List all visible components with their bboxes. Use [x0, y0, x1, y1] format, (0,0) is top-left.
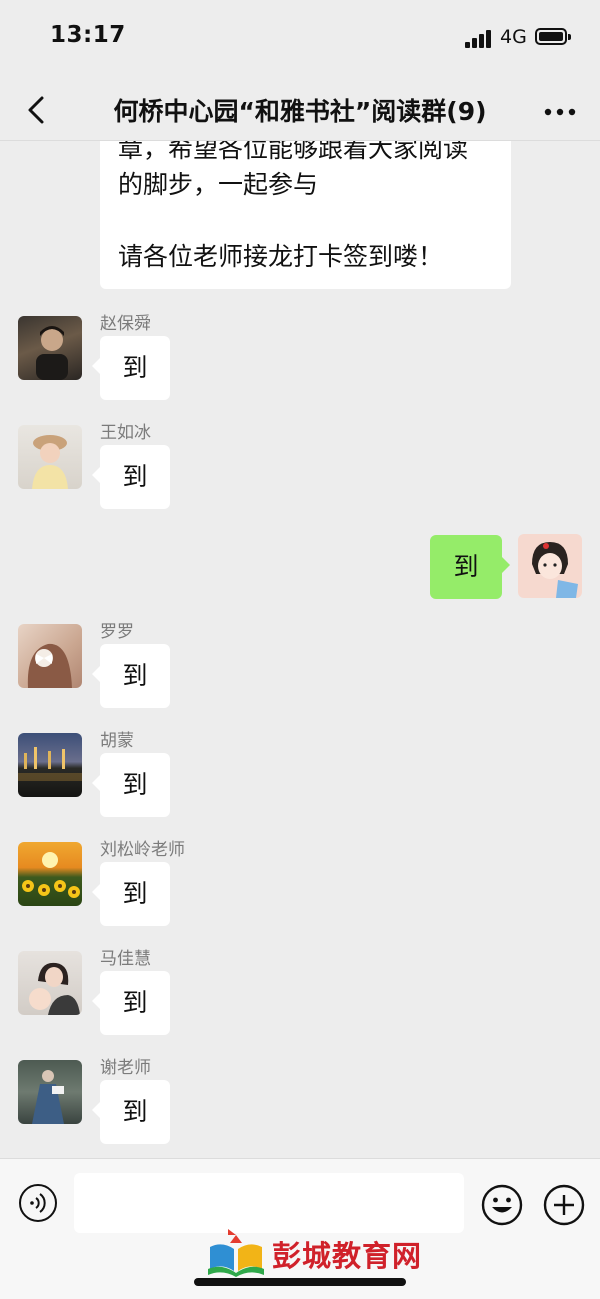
message-line: 的脚步，一起参与	[118, 170, 319, 199]
more-dots-icon	[544, 108, 576, 116]
own-message-bubble: 到	[430, 535, 510, 599]
watermark: 彭城教育网	[206, 1229, 436, 1279]
input-bar: 彭城教育网	[0, 1158, 600, 1299]
message-bubble: 到	[92, 1080, 170, 1144]
avatar[interactable]	[18, 1060, 82, 1124]
message-bubble: 到	[92, 336, 170, 400]
pinned-message-bubble: 章，希望各位能够跟着大家阅读 的脚步，一起参与 请各位老师接龙打卡签到喽！	[100, 141, 511, 289]
emoji-icon	[481, 1184, 523, 1226]
plus-icon	[543, 1184, 585, 1226]
message-input[interactable]	[74, 1173, 464, 1233]
emoji-button[interactable]	[480, 1183, 524, 1227]
message-bubble: 到	[92, 753, 170, 817]
sender-name: 马佳慧	[100, 949, 151, 969]
chat-header: 何桥中心园“和雅书社”阅读群(9)	[0, 80, 600, 141]
home-indicator[interactable]	[194, 1278, 406, 1286]
message-bubble: 到	[92, 445, 170, 509]
avatar[interactable]	[18, 733, 82, 797]
message-list[interactable]: 章，希望各位能够跟着大家阅读 的脚步，一起参与 请各位老师接龙打卡签到喽！ 赵保…	[0, 141, 600, 1157]
sender-name: 罗罗	[100, 622, 134, 642]
plus-button[interactable]	[542, 1183, 586, 1227]
back-arrow-icon	[28, 96, 44, 124]
message-bubble: 到	[92, 862, 170, 926]
message-line	[118, 203, 493, 239]
battery-icon	[535, 28, 571, 45]
voice-icon	[19, 1184, 57, 1222]
chat-title: 何桥中心园“和雅书社”阅读群(9)	[113, 97, 487, 126]
back-button[interactable]	[20, 90, 60, 130]
status-bar: 13:17 4G	[0, 0, 600, 80]
avatar[interactable]	[18, 624, 82, 688]
avatar[interactable]	[18, 316, 82, 380]
signal-icon	[465, 30, 493, 48]
sender-name: 谢老师	[100, 1058, 151, 1078]
avatar[interactable]	[18, 951, 82, 1015]
sender-name: 胡蒙	[100, 731, 134, 751]
network-type: 4G	[500, 26, 527, 48]
sender-name: 刘松岭老师	[100, 840, 185, 860]
sender-name: 赵保舜	[100, 314, 151, 334]
watermark-logo-icon	[208, 1229, 264, 1277]
message-line: 请各位老师接龙打卡签到喽！	[118, 242, 444, 271]
message-bubble: 到	[92, 971, 170, 1035]
message-line: 章，希望各位能够跟着大家阅读	[118, 141, 469, 163]
sender-name: 王如冰	[100, 423, 151, 443]
more-button[interactable]	[538, 90, 582, 130]
avatar[interactable]	[18, 425, 82, 489]
voice-button[interactable]	[18, 1183, 58, 1223]
own-avatar[interactable]	[518, 534, 582, 598]
watermark-text: 彭城教育网	[272, 1239, 423, 1273]
message-bubble: 到	[92, 644, 170, 708]
status-time: 13:17	[50, 22, 126, 48]
avatar[interactable]	[18, 842, 82, 906]
